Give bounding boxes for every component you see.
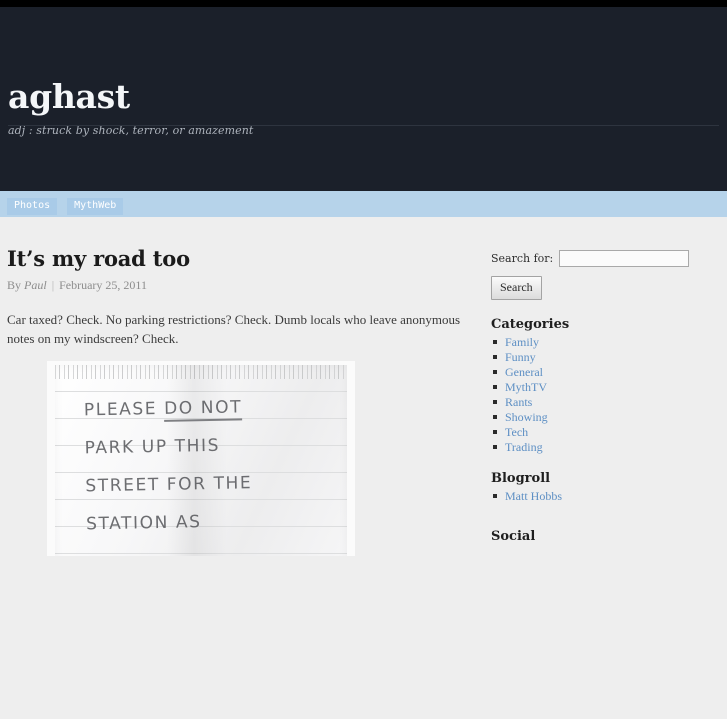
site-title[interactable]: aghast [8,7,719,113]
category-link-tech[interactable]: Tech [505,425,528,439]
header-divider [8,125,719,126]
post-meta-by-prefix: By [7,278,22,293]
post-author-link[interactable]: Paul [24,278,47,292]
post-date: February 25, 2011 [59,278,147,293]
nav-item-mythweb[interactable]: MythWeb [67,198,124,215]
note-line-3: STREET FOR THE [85,472,253,497]
widget-blogroll: Blogroll Matt Hobbs [491,471,719,503]
widget-search: Search for: Search [491,250,719,300]
nav-item-photos[interactable]: Photos [7,198,58,215]
note-line-1a: PLEASE DO NOT [83,397,243,422]
note-line-1: PLEASE DO NOT [84,386,335,429]
blogroll-heading: Blogroll [491,471,551,486]
sidebar: Search for: Search Categories Family Fun… [485,217,727,561]
list-item: Funny [491,350,719,364]
social-heading: Social [491,529,536,544]
list-item: Rants [491,395,719,409]
category-link-trading[interactable]: Trading [505,440,543,454]
search-input[interactable] [559,250,690,267]
note-line-2: PARK UP THIS [84,435,221,459]
list-item: Showing [491,410,719,424]
top-black-strip [0,0,727,7]
widget-social: Social [491,529,719,544]
list-item: Family [491,335,719,349]
widget-categories: Categories Family Funny General MythTV R… [491,317,719,454]
blogroll-link-matt-hobbs[interactable]: Matt Hobbs [505,489,562,503]
category-link-general[interactable]: General [505,365,543,379]
category-link-family[interactable]: Family [505,335,539,349]
category-link-showing[interactable]: Showing [505,410,548,424]
category-link-funny[interactable]: Funny [505,350,536,364]
post-body-paragraph: Car taxed? Check. No parking restriction… [7,312,461,346]
categories-heading: Categories [491,317,570,332]
post-title[interactable]: It’s my road too [7,247,477,270]
primary-navigation: Photos MythWeb [0,191,727,217]
blogroll-list: Matt Hobbs [491,489,719,503]
note-line-4: STATION AS [85,511,202,535]
site-header: aghast adj : struck by shock, terror, or… [0,7,727,191]
list-item: Tech [491,425,719,439]
categories-list: Family Funny General MythTV Rants Showin… [491,335,719,454]
post-meta-separator: | [51,278,55,293]
note-handwriting: PLEASE DO NOT PARK UP THIS STREET FOR TH… [84,386,337,543]
search-row: Search for: [491,250,719,267]
page-body: It’s my road too By Paul | February 25, … [0,217,727,719]
post-image-handwritten-note[interactable]: PLEASE DO NOT PARK UP THIS STREET FOR TH… [47,360,355,556]
list-item: MythTV [491,380,719,394]
main-content: It’s my road too By Paul | February 25, … [0,217,485,572]
list-item: General [491,365,719,379]
post-meta: By Paul | February 25, 2011 [7,278,477,293]
list-item: Matt Hobbs [491,489,719,503]
list-item: Trading [491,440,719,454]
category-link-mythtv[interactable]: MythTV [505,380,547,394]
category-link-rants[interactable]: Rants [505,395,532,409]
search-label: Search for: [491,252,554,265]
search-submit-button[interactable]: Search [491,276,542,300]
